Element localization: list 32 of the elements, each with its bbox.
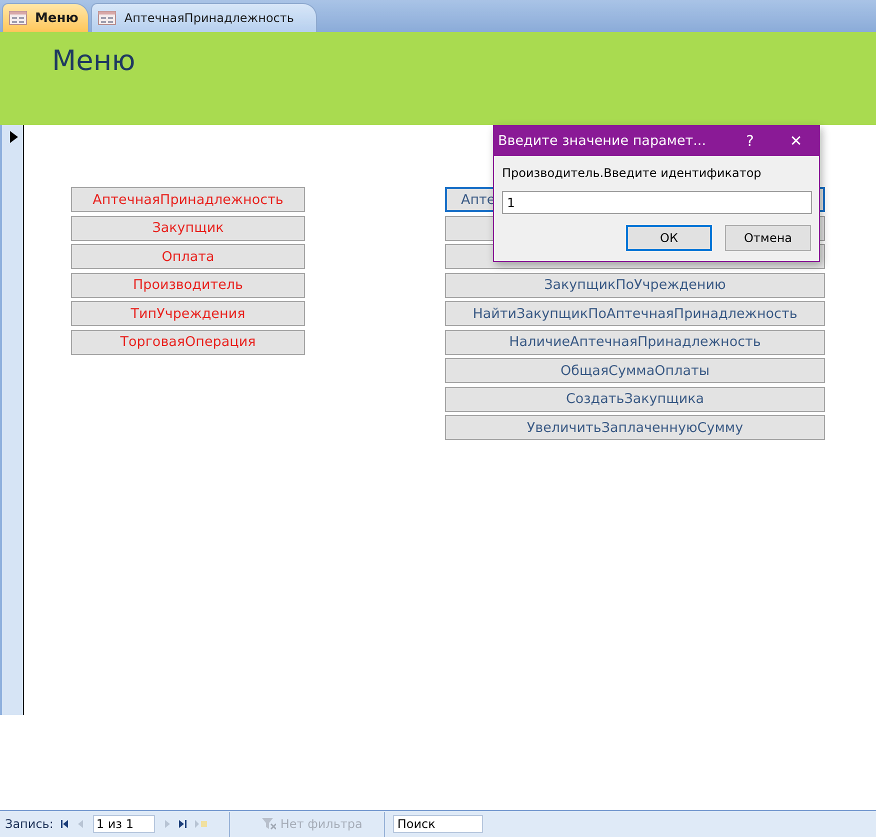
search-field[interactable]: Поиск	[393, 815, 484, 833]
dialog-button[interactable]: Отмена	[725, 225, 811, 251]
document-tab[interactable]: АптечнаяПринадлежность	[91, 3, 317, 32]
form-button[interactable]: АптечнаяПринадлежность	[71, 187, 305, 212]
help-button[interactable]: ?	[727, 126, 773, 156]
input-field[interactable]: 1	[502, 191, 812, 214]
form-icon	[98, 11, 116, 25]
form-button[interactable]: УвеличитьЗаплаченнуюСумму	[445, 415, 825, 440]
dialog-prompt: Производитель.Введите идентификатор	[502, 166, 762, 180]
form-button[interactable]: СоздатьЗакупщика	[445, 386, 825, 412]
form-button[interactable]: Оплата	[71, 244, 305, 269]
record-selector[interactable]	[0, 125, 24, 715]
form-button[interactable]: ТипУчреждения	[71, 301, 305, 326]
form-button[interactable]: ОбщаяСуммаОплаты	[445, 358, 825, 383]
form-button[interactable]: ЗакупщикПоУчреждению	[445, 272, 825, 298]
record-label: Запись:	[5, 817, 54, 831]
document-tab[interactable]: Меню	[2, 3, 90, 32]
dialog-button[interactable]: ОК	[626, 225, 712, 251]
dialog-title: Введите значение парамет...	[498, 133, 708, 149]
form-button[interactable]: Закупщик	[71, 216, 305, 240]
first-record-icon[interactable]	[61, 820, 70, 828]
record-number-field[interactable]: 1 из 1	[93, 815, 156, 833]
form-button[interactable]: ТорговаяОперация	[71, 330, 305, 354]
last-record-icon[interactable]	[179, 820, 188, 828]
close-button[interactable]: ✕	[773, 126, 819, 156]
form-icon	[9, 11, 27, 25]
form-button[interactable]: НайтиЗакупщикПоАптечнаяПринадлежность	[445, 301, 825, 326]
form-button[interactable]: Производитель	[71, 272, 305, 298]
current-record-icon	[10, 131, 18, 143]
form-button[interactable]: НаличиеАптечнаяПринадлежность	[445, 330, 825, 354]
form-title: Меню	[52, 44, 136, 77]
filter-icon	[262, 818, 276, 830]
